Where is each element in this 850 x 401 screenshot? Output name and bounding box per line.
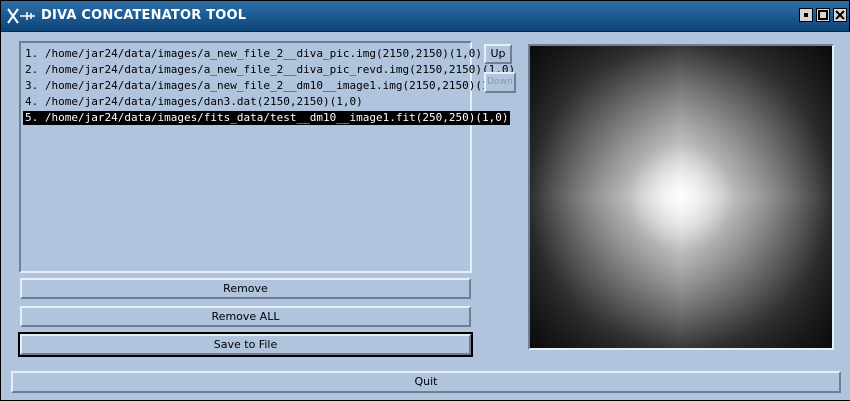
- list-item[interactable]: 2. /home/jar24/data/images/a_new_file_2_…: [23, 63, 517, 77]
- remove-button[interactable]: Remove: [20, 278, 471, 299]
- image-preview: [528, 44, 834, 350]
- title-bar[interactable]: DIVA CONCATENATOR TOOL: [1, 1, 849, 32]
- minimize-icon: [804, 13, 808, 17]
- move-down-button[interactable]: Down: [484, 72, 516, 93]
- list-item[interactable]: 3. /home/jar24/data/images/a_new_file_2_…: [23, 79, 510, 93]
- move-up-button[interactable]: Up: [484, 44, 512, 64]
- file-listbox[interactable]: 1. /home/jar24/data/images/a_new_file_2_…: [19, 41, 515, 273]
- list-item[interactable]: 4. /home/jar24/data/images/dan3.dat(2150…: [23, 95, 365, 109]
- quit-button[interactable]: Quit: [11, 371, 841, 393]
- remove-all-button[interactable]: Remove ALL: [20, 306, 471, 327]
- remove-all-label: Remove ALL: [211, 310, 280, 323]
- save-to-file-label: Save to File: [213, 338, 278, 351]
- diva-concatenator-window: DIVA CONCATENATOR TOOL 1. /home/jar24/da…: [0, 0, 850, 401]
- maximize-icon: [818, 10, 828, 20]
- move-up-label: Up: [490, 47, 506, 60]
- close-button[interactable]: [833, 8, 847, 22]
- minimize-button[interactable]: [799, 8, 813, 22]
- save-to-file-button[interactable]: Save to File: [18, 332, 473, 357]
- remove-label: Remove: [223, 282, 268, 295]
- quit-label: Quit: [414, 375, 438, 388]
- list-item-selected[interactable]: 5. /home/jar24/data/images/fits_data/tes…: [23, 111, 511, 125]
- maximize-button[interactable]: [816, 8, 830, 22]
- preview-image: [530, 46, 832, 348]
- window-title: DIVA CONCATENATOR TOOL: [41, 8, 247, 23]
- main-panel: 1. /home/jar24/data/images/a_new_file_2_…: [2, 32, 850, 400]
- close-icon: [835, 10, 845, 20]
- list-item[interactable]: 1. /home/jar24/data/images/a_new_file_2_…: [23, 47, 484, 61]
- move-down-label: Down: [487, 77, 513, 87]
- x-logo-icon: [7, 8, 35, 24]
